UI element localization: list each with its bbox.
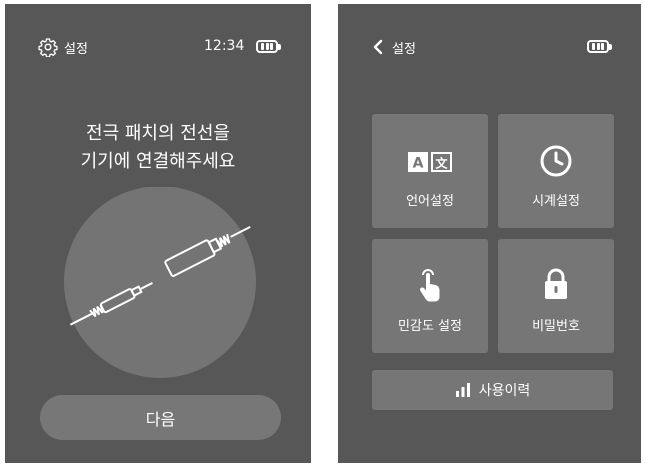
password-settings-tile[interactable]: 비밀번호 (498, 239, 614, 353)
battery-icon (256, 40, 281, 53)
next-button[interactable]: 다음 (40, 395, 281, 440)
bar-chart-icon (455, 383, 470, 397)
tile-label: 시계설정 (532, 194, 580, 209)
cable-connection-illustration (64, 187, 256, 378)
usage-history-label: 사용이력 (478, 383, 531, 399)
language-settings-tile[interactable]: A 文 언어설정 (372, 114, 488, 228)
connection-guide-screen: 설정 12:34 전극 패치의 전선을 기기에 연결해주세요 다음 (5, 4, 311, 463)
instruction-line-2: 기기에 연결해주세요 (80, 151, 236, 172)
chevron-left-icon (373, 39, 383, 55)
usage-history-button[interactable]: 사용이력 (372, 370, 613, 410)
touch-hand-icon (420, 269, 440, 302)
clock-settings-tile[interactable]: 시계설정 (498, 114, 614, 228)
instruction-line-1: 전극 패치의 전선을 (86, 123, 230, 144)
settings-label: 설정 (64, 41, 88, 57)
tile-label: 비밀번호 (532, 319, 580, 334)
settings-menu-screen: 설정 A 文 언어설정 시계설정 민감도 설정 비밀번호 사용이력 (338, 4, 641, 463)
language-icon: A 文 (408, 152, 452, 172)
tile-label: 언어설정 (406, 194, 454, 209)
sensitivity-settings-tile[interactable]: 민감도 설정 (372, 239, 488, 353)
clock-icon (540, 145, 572, 177)
tile-label: 민감도 설정 (398, 319, 462, 334)
lock-icon (545, 268, 567, 299)
screen-title: 설정 (392, 41, 416, 57)
svg-text:文: 文 (435, 156, 448, 171)
battery-icon (587, 40, 612, 53)
gear-icon (38, 38, 58, 57)
svg-text:A: A (413, 156, 424, 172)
clock-time: 12:34 (204, 38, 245, 54)
back-button[interactable]: 설정 (372, 34, 416, 60)
settings-link[interactable]: 설정 (38, 34, 88, 60)
